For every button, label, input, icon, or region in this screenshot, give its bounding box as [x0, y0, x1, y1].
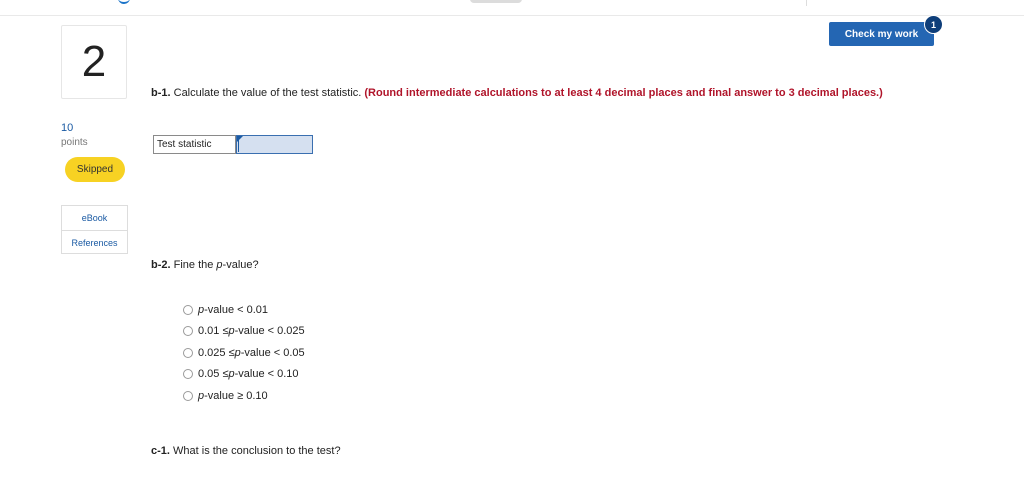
ebook-link[interactable]: eBook: [62, 206, 127, 230]
top-separator: [806, 0, 807, 6]
pvalue-option[interactable]: p -value ≥ 0.10: [183, 385, 305, 407]
b2-text-pre: Fine the: [170, 259, 217, 271]
points-value: 10: [61, 122, 74, 134]
progress-ring-icon: [118, 0, 130, 4]
c1-prefix: c-1.: [151, 445, 170, 457]
option-text-b: -value < 0.05: [240, 346, 305, 359]
option-text-b: -value < 0.01: [204, 303, 269, 316]
c1-text: What is the conclusion to the test?: [169, 445, 341, 457]
option-text-b: -value ≥ 0.10: [204, 389, 268, 402]
resources-panel: eBook References: [61, 205, 128, 254]
test-statistic-row: Test statistic: [153, 135, 313, 154]
option-text-b: -value < 0.025: [234, 325, 305, 338]
pvalue-option[interactable]: p -value < 0.01: [183, 299, 305, 321]
b1-instruction: (Round intermediate calculations to at l…: [364, 87, 883, 99]
b1-text: Calculate the value of the test statisti…: [170, 87, 365, 99]
pvalue-option[interactable]: 0.025 ≤ p -value < 0.05: [183, 342, 305, 364]
top-nav-handle[interactable]: [470, 0, 522, 3]
question-c1: c-1. What is the conclusion to the test?: [151, 444, 341, 459]
radio-button[interactable]: [183, 390, 193, 401]
radio-button[interactable]: [183, 304, 193, 315]
top-divider: [0, 15, 1024, 16]
pvalue-option[interactable]: 0.01 ≤ p -value < 0.025: [183, 321, 305, 343]
option-text-a: 0.01 ≤: [198, 325, 229, 338]
option-text-b: -value < 0.10: [234, 368, 299, 381]
check-my-work-button[interactable]: Check my work: [829, 22, 934, 46]
b2-text-post: -value?: [222, 259, 259, 271]
test-statistic-label: Test statistic: [153, 135, 236, 154]
radio-button[interactable]: [183, 326, 193, 337]
points-label: points: [61, 137, 88, 148]
option-text-a: 0.025 ≤: [198, 346, 235, 359]
b1-prefix: b-1.: [151, 87, 171, 99]
b2-prefix: b-2.: [151, 259, 171, 271]
radio-button[interactable]: [183, 347, 193, 358]
references-link[interactable]: References: [62, 230, 127, 255]
question-b2: b-2. Fine the p-value?: [151, 258, 259, 273]
pvalue-options: p -value < 0.01 0.01 ≤ p -value < 0.025 0.…: [183, 299, 305, 407]
question-number: 2: [61, 25, 127, 99]
option-text-a: 0.05 ≤: [198, 368, 229, 381]
pvalue-option[interactable]: 0.05 ≤ p -value < 0.10: [183, 364, 305, 386]
check-count-badge: 1: [924, 15, 943, 34]
test-statistic-input[interactable]: [236, 135, 313, 154]
question-b1: b-1. Calculate the value of the test sta…: [151, 86, 891, 101]
status-badge: Skipped: [65, 157, 125, 182]
radio-button[interactable]: [183, 369, 193, 380]
